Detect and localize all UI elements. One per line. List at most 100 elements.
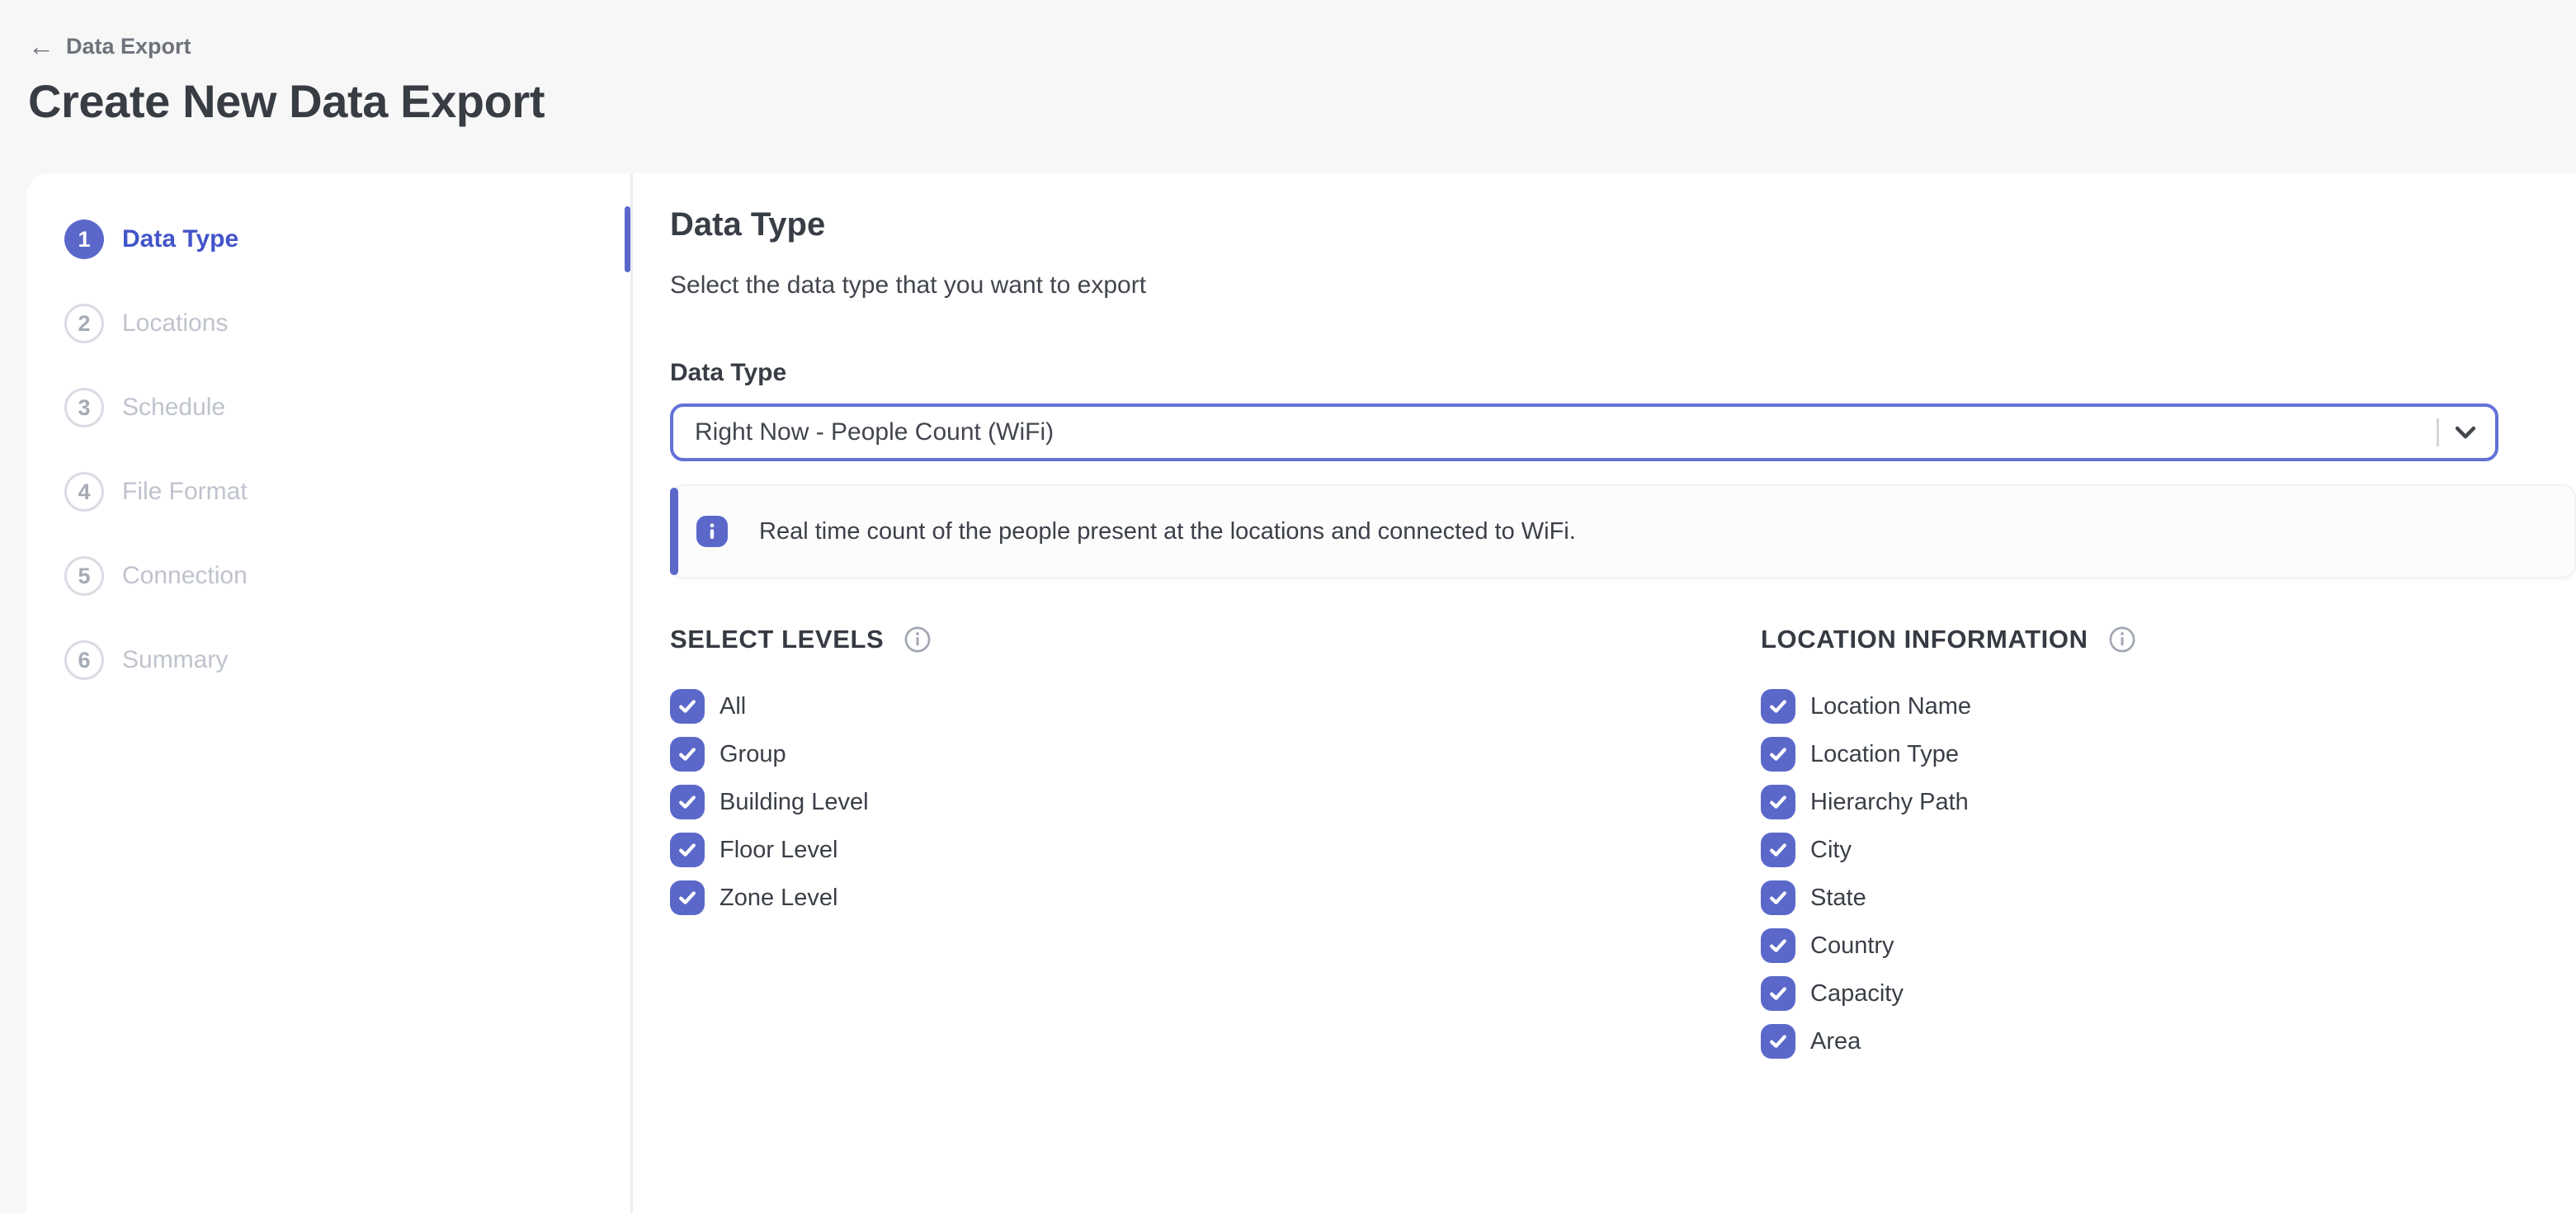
select-divider [2437,418,2439,446]
check-icon [1767,839,1789,861]
checkbox-row-state[interactable]: State [1761,880,2576,915]
checkbox-row-country[interactable]: Country [1761,928,2576,963]
check-icon [1767,791,1789,813]
step-item-locations[interactable]: 2 Locations [26,304,630,343]
back-arrow-icon: ← [28,33,54,59]
check-icon [677,696,698,717]
location-information-title: LOCATION INFORMATION [1761,625,2088,654]
stepper-sidebar: 1 Data Type 2 Locations 3 Schedule 4 Fil… [26,173,630,1213]
select-levels-section: SELECT LEVELS All Group [670,625,1761,1072]
check-icon [1767,935,1789,956]
checkbox[interactable] [1761,880,1795,915]
checkbox[interactable] [670,689,705,724]
checkbox[interactable] [1761,833,1795,867]
step-label: Schedule [122,394,225,422]
checkbox[interactable] [1761,928,1795,963]
step-number: 3 [78,395,90,421]
checkbox[interactable] [670,785,705,819]
checkbox-label: State [1810,885,1866,912]
checkbox-row-building-level[interactable]: Building Level [670,785,1761,819]
check-icon [1767,696,1789,717]
checkbox-row-city[interactable]: City [1761,833,2576,867]
select-levels-info-icon[interactable] [903,625,932,654]
step-number: 4 [78,479,90,505]
step-number: 6 [78,648,90,673]
checkbox-row-hierarchy-path[interactable]: Hierarchy Path [1761,785,2576,819]
options-columns: SELECT LEVELS All Group [670,625,2576,1072]
step-label: Data Type [122,225,238,253]
step-number: 1 [78,227,90,253]
step-item-summary[interactable]: 6 Summary [26,640,630,680]
data-type-select-value: Right Now - People Count (WiFi) [695,418,1054,446]
info-icon [696,516,728,547]
step-number-badge: 5 [64,556,104,596]
check-icon [1767,983,1789,1004]
step-label: File Format [122,478,248,506]
info-note-text: Real time count of the people present at… [759,518,1576,545]
wizard-card: 1 Data Type 2 Locations 3 Schedule 4 Fil… [26,173,2576,1213]
checkbox[interactable] [1761,737,1795,772]
checkbox-label: Country [1810,932,1894,960]
checkbox-label: Zone Level [719,885,838,912]
check-icon [1767,887,1789,909]
checkbox[interactable] [1761,689,1795,724]
chevron-down-icon [2451,418,2480,447]
step-number-badge: 3 [64,388,104,427]
checkbox-row-zone-level[interactable]: Zone Level [670,880,1761,915]
checkbox-label: Group [719,741,786,768]
select-levels-header: SELECT LEVELS [670,625,1761,654]
checkbox-row-group[interactable]: Group [670,737,1761,772]
top-bar: ← Data Export Create New Data Export [0,0,2576,126]
checkbox[interactable] [670,833,705,867]
step-label: Locations [122,309,228,337]
back-link-label: Data Export [66,34,191,59]
location-information-info-icon[interactable] [2108,625,2136,654]
checkbox-label: Area [1810,1028,1861,1055]
select-levels-list: All Group Building Level Floor Level [670,689,1761,915]
checkbox[interactable] [1761,785,1795,819]
step-number-badge: 1 [64,219,104,259]
back-link[interactable]: ← Data Export [28,33,191,59]
checkbox-row-all[interactable]: All [670,689,1761,724]
step-label: Connection [122,562,248,590]
step-number-badge: 4 [64,472,104,512]
checkbox-row-capacity[interactable]: Capacity [1761,976,2576,1011]
checkbox-row-floor-level[interactable]: Floor Level [670,833,1761,867]
check-icon [677,887,698,909]
checkbox-label: All [719,693,746,720]
check-icon [677,839,698,861]
step-number: 2 [78,311,90,337]
step-item-file-format[interactable]: 4 File Format [26,472,630,512]
checkbox[interactable] [670,737,705,772]
data-type-field-label: Data Type [670,359,2576,387]
step-item-schedule[interactable]: 3 Schedule [26,388,630,427]
checkbox[interactable] [670,880,705,915]
check-icon [677,743,698,765]
checkbox-label: Location Type [1810,741,1959,768]
checkbox-row-location-type[interactable]: Location Type [1761,737,2576,772]
location-information-list: Location Name Location Type Hierarchy Pa… [1761,689,2576,1059]
check-icon [1767,743,1789,765]
step-item-data-type[interactable]: 1 Data Type [26,219,630,259]
checkbox[interactable] [1761,1024,1795,1059]
step-content: Data Type Select the data type that you … [633,173,2576,1213]
page-title: Create New Data Export [28,77,2576,126]
checkbox-label: City [1810,837,1852,864]
step-number-badge: 2 [64,304,104,343]
location-information-section: LOCATION INFORMATION Location Name Locat… [1761,625,2576,1072]
step-number-badge: 6 [64,640,104,680]
data-type-select[interactable]: Right Now - People Count (WiFi) [670,404,2498,461]
step-item-connection[interactable]: 5 Connection [26,556,630,596]
location-information-header: LOCATION INFORMATION [1761,625,2576,654]
checkbox-label: Building Level [719,789,869,816]
info-note: Real time count of the people present at… [670,484,2576,578]
checkbox-row-area[interactable]: Area [1761,1024,2576,1059]
checkbox-row-location-name[interactable]: Location Name [1761,689,2576,724]
section-subtitle: Select the data type that you want to ex… [670,271,2576,300]
note-accent-bar [670,488,678,575]
check-icon [1767,1031,1789,1052]
checkbox[interactable] [1761,976,1795,1011]
step-number: 5 [78,564,90,589]
check-icon [677,791,698,813]
checkbox-label: Capacity [1810,980,1904,1008]
